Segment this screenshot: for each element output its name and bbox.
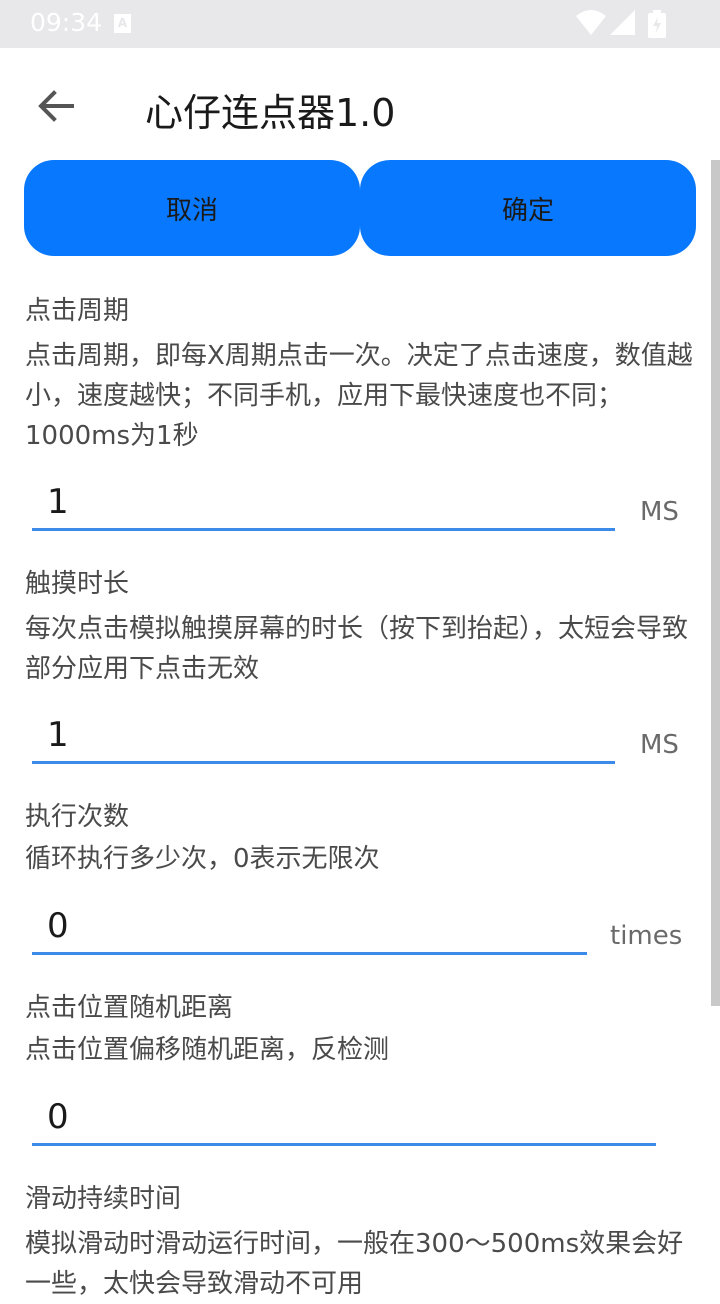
status-bar: 09:34 A: [0, 0, 720, 48]
wifi-icon: [576, 10, 606, 35]
signal-icon: [610, 10, 635, 35]
touch-duration-title: 触摸时长: [25, 569, 130, 599]
swipe-duration-title: 滑动持续时间: [25, 1184, 182, 1214]
swipe-duration-description: 模拟滑动时滑动运行时间，一般在300～500ms效果会好一些，太快会导致滑动不可…: [25, 1229, 684, 1299]
status-time: 09:34: [30, 8, 103, 37]
random-distance-field[interactable]: [32, 1093, 656, 1146]
touch-duration-unit: MS: [640, 730, 679, 760]
click-period-unit: MS: [640, 497, 679, 527]
click-period-title: 点击周期: [25, 296, 130, 326]
touch-duration-description: 每次点击模拟触摸屏幕的时长（按下到抬起），太短会导致部分应用下点击无效: [25, 614, 689, 684]
back-button[interactable]: [28, 78, 84, 134]
click-period-field[interactable]: [32, 478, 615, 531]
touch-duration-input[interactable]: [47, 711, 572, 759]
touch-duration-field[interactable]: [32, 711, 615, 764]
arrow-left-icon: [38, 90, 74, 122]
confirm-button[interactable]: 确定: [360, 160, 696, 256]
click-period-input[interactable]: [47, 478, 572, 526]
exec-count-input[interactable]: [47, 902, 547, 950]
exec-count-description: 循环执行多少次，0表示无限次: [25, 844, 380, 874]
exec-count-title: 执行次数: [25, 802, 130, 832]
battery-icon: [648, 10, 666, 38]
notification-a-icon: A: [114, 14, 131, 33]
random-distance-input[interactable]: [47, 1093, 609, 1141]
scrollbar[interactable]: [711, 160, 720, 1006]
app-bar: 心仔连点器1.0: [0, 48, 720, 160]
exec-count-unit: times: [610, 921, 683, 951]
random-distance-title: 点击位置随机距离: [25, 993, 234, 1023]
page-title: 心仔连点器1.0: [145, 91, 396, 135]
exec-count-field[interactable]: [32, 902, 587, 955]
cancel-button[interactable]: 取消: [24, 160, 360, 256]
click-period-description: 点击周期，即每X周期点击一次。决定了点击速度，数值越小，速度越快；不同手机，应用…: [25, 341, 693, 451]
random-distance-description: 点击位置偏移随机距离，反检测: [25, 1035, 390, 1065]
